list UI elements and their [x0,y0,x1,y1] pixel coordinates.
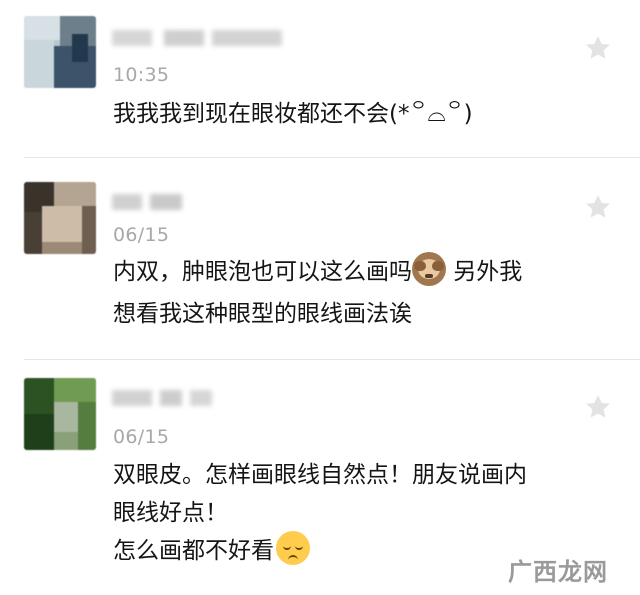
comment-time: 10:35 [113,64,170,86]
comment-text: 怎么画都不好看 [113,530,310,572]
username-blurred[interactable] [112,30,282,46]
watermark: 广西龙网 [508,558,608,586]
comment-text: 想看我这种眼型的眼线画法诶 [113,301,412,327]
username-blurred[interactable] [112,390,212,406]
see-no-evil-monkey-emoji [412,252,446,286]
comment-item: 10:35 我我我到现在眼妆都还不会(*꒪⌓꒪) [0,0,640,158]
comment-time: 06/15 [113,426,170,448]
comment-text: 眼线好点！ [113,500,228,526]
pensive-face-emoji [276,531,310,565]
star-icon[interactable] [583,192,613,222]
username-blurred[interactable] [112,194,182,210]
comment-text: 内双，肿眼泡也可以这么画吗 另外我 [113,251,522,293]
comment-time: 06/15 [113,224,170,246]
comment-text: 双眼皮。怎样画眼线自然点！朋友说画内 [113,462,527,488]
comment-text-part: 另外我 [446,259,523,285]
comment-text: 我我我到现在眼妆都还不会(*꒪⌓꒪) [113,101,473,127]
comment-item: 06/15 内双，肿眼泡也可以这么画吗 另外我 想看我这种眼型的眼线画法诶 [0,158,640,360]
star-icon[interactable] [583,33,613,63]
avatar[interactable] [24,378,96,450]
avatar[interactable] [24,182,96,254]
star-icon[interactable] [583,392,613,422]
comment-text-part: 怎么画都不好看 [113,538,274,564]
comment-text-part: 内双，肿眼泡也可以这么画吗 [113,259,412,285]
avatar[interactable] [24,16,96,88]
